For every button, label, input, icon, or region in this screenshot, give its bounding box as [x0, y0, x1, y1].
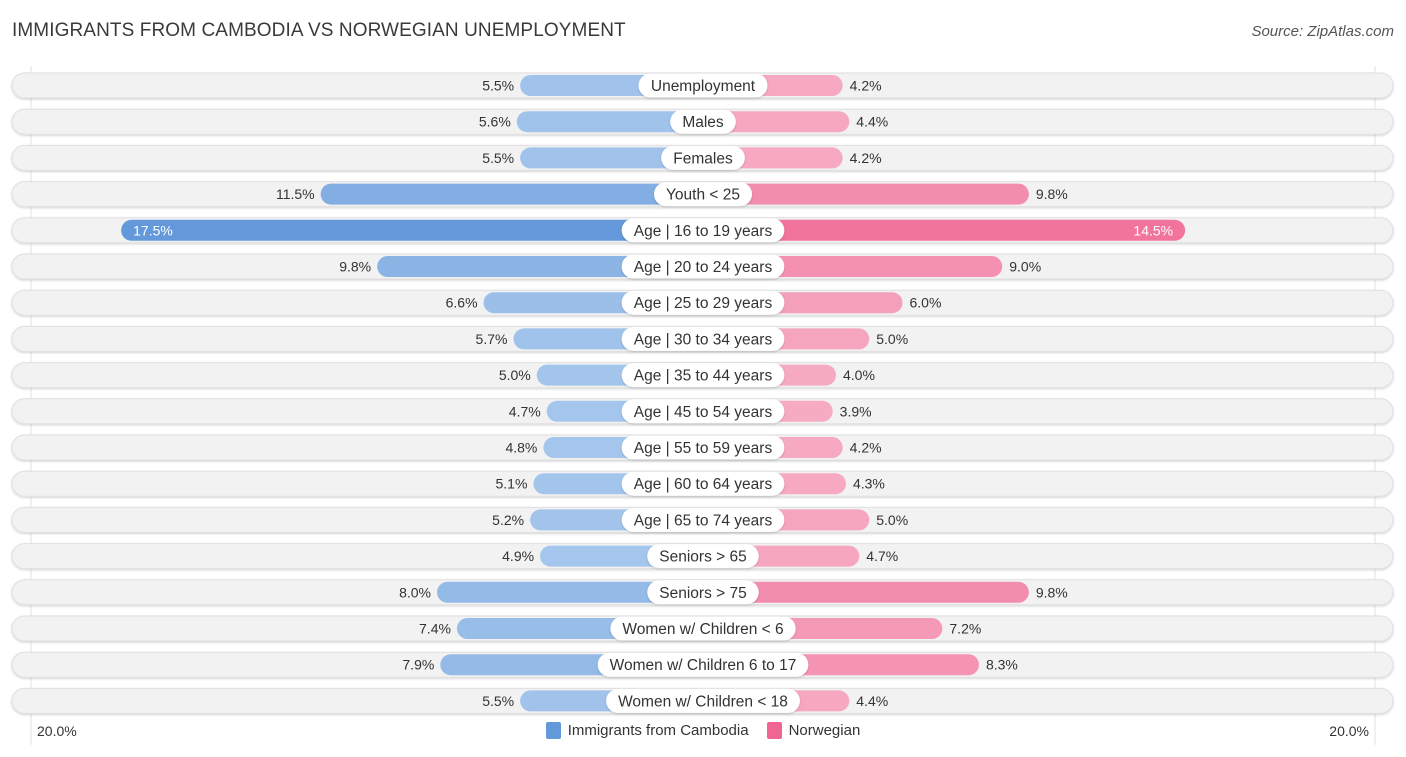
- category-label: Age | 55 to 59 years: [634, 440, 773, 457]
- value-label-norwegian: 4.7%: [866, 548, 898, 564]
- value-label-cambodia: 4.7%: [509, 403, 541, 419]
- row-14: 8.0% 9.8% Seniors > 75: [11, 579, 1394, 606]
- category-label: Age | 25 to 29 years: [634, 295, 773, 312]
- value-label-norwegian: 9.8%: [1036, 186, 1068, 202]
- value-label-norwegian: 7.2%: [949, 621, 981, 637]
- row-0: 5.5% 4.2% Unemployment: [11, 72, 1394, 99]
- value-label-cambodia: 5.5%: [482, 693, 514, 709]
- row-5: 9.8% 9.0% Age | 20 to 24 years: [11, 253, 1394, 280]
- bar-cambodia[interactable]: [320, 183, 703, 205]
- value-label-norwegian: 3.9%: [840, 403, 872, 419]
- value-label-cambodia: 11.5%: [276, 186, 315, 202]
- row-2: 5.5% 4.2% Females: [11, 144, 1394, 171]
- chart-canvas: 5.5% 4.2% Unemployment 5.6% 4.4% Males 5.5% 4.2…: [11, 66, 1394, 745]
- value-label-norwegian: 4.4%: [856, 114, 888, 130]
- value-label-norwegian: 4.4%: [856, 693, 888, 709]
- legend-item-norwegian[interactable]: Norwegian: [766, 722, 861, 739]
- category-label: Women w/ Children < 18: [618, 693, 788, 710]
- category-label: Females: [673, 150, 733, 167]
- category-label: Age | 60 to 64 years: [634, 476, 773, 493]
- category-label: Seniors > 75: [659, 585, 746, 602]
- value-label-norwegian: 4.2%: [850, 440, 882, 456]
- value-label-cambodia: 5.1%: [496, 476, 528, 492]
- category-label: Women w/ Children 6 to 17: [610, 657, 797, 674]
- value-label-norwegian: 6.0%: [910, 295, 942, 311]
- row-7: 5.7% 5.0% Age | 30 to 34 years: [11, 325, 1394, 352]
- category-label: Males: [682, 114, 724, 131]
- value-label-cambodia: 4.9%: [502, 548, 534, 564]
- value-label-cambodia: 7.4%: [419, 621, 451, 637]
- legend-swatch-norwegian: [766, 722, 782, 739]
- value-label-norwegian: 8.3%: [986, 657, 1018, 673]
- row-15: 7.4% 7.2% Women w/ Children < 6: [11, 615, 1394, 642]
- category-label: Age | 20 to 24 years: [634, 259, 773, 276]
- legend: Immigrants from Cambodia Norwegian: [0, 722, 1406, 739]
- legend-item-cambodia[interactable]: Immigrants from Cambodia: [545, 722, 749, 739]
- row-16: 7.9% 8.3% Women w/ Children 6 to 17: [11, 651, 1394, 678]
- category-label: Age | 30 to 34 years: [634, 331, 773, 348]
- row-11: 5.1% 4.3% Age | 60 to 64 years: [11, 470, 1394, 497]
- category-label: Seniors > 65: [659, 549, 746, 566]
- value-label-norwegian: 9.0%: [1009, 259, 1041, 275]
- row-3: 11.5% 9.8% Youth < 25: [11, 181, 1394, 208]
- category-label: Unemployment: [651, 78, 756, 95]
- value-label-norwegian: 4.2%: [850, 150, 882, 166]
- legend-label-cambodia: Immigrants from Cambodia: [567, 722, 749, 739]
- category-label: Age | 65 to 74 years: [634, 512, 773, 529]
- value-label-norwegian: 9.8%: [1036, 584, 1068, 600]
- row-17: 5.5% 4.4% Women w/ Children < 18: [11, 687, 1394, 714]
- value-label-norwegian: 5.0%: [876, 512, 908, 528]
- value-label-cambodia: 5.7%: [476, 331, 508, 347]
- row-6: 6.6% 6.0% Age | 25 to 29 years: [11, 289, 1394, 316]
- row-10: 4.8% 4.2% Age | 55 to 59 years: [11, 434, 1394, 461]
- row-8: 5.0% 4.0% Age | 35 to 44 years: [11, 362, 1394, 389]
- category-label: Age | 35 to 44 years: [634, 368, 773, 385]
- value-label-cambodia: 5.5%: [482, 150, 514, 166]
- value-label-cambodia: 8.0%: [399, 584, 431, 600]
- value-label-norwegian: 4.0%: [843, 367, 875, 383]
- value-label-cambodia: 5.5%: [482, 78, 514, 94]
- row-4: 17.5% 14.5% Age | 16 to 19 years: [11, 217, 1394, 244]
- row-9: 4.7% 3.9% Age | 45 to 54 years: [11, 398, 1394, 425]
- value-label-cambodia: 7.9%: [402, 657, 434, 673]
- value-label-cambodia: 4.8%: [505, 440, 537, 456]
- row-13: 4.9% 4.7% Seniors > 65: [11, 543, 1394, 570]
- value-label-norwegian: 5.0%: [876, 331, 908, 347]
- value-label-norwegian: 4.2%: [850, 78, 882, 94]
- legend-label-norwegian: Norwegian: [788, 722, 861, 739]
- value-label-cambodia: 5.6%: [479, 114, 511, 130]
- category-label: Age | 45 to 54 years: [634, 404, 773, 421]
- value-label-cambodia: 9.8%: [339, 259, 371, 275]
- value-label-cambodia: 5.0%: [499, 367, 531, 383]
- value-label-norwegian: 4.3%: [853, 476, 885, 492]
- value-label-cambodia: 17.5%: [133, 222, 173, 238]
- row-12: 5.2% 5.0% Age | 65 to 74 years: [11, 506, 1394, 533]
- category-label: Youth < 25: [666, 187, 740, 204]
- bar-cambodia[interactable]: [121, 219, 703, 241]
- category-label: Women w/ Children < 6: [622, 621, 783, 638]
- value-label-cambodia: 5.2%: [492, 512, 524, 528]
- row-1: 5.6% 4.4% Males: [11, 108, 1394, 135]
- category-label: Age | 16 to 19 years: [634, 223, 773, 240]
- legend-swatch-cambodia: [545, 722, 561, 739]
- value-label-norwegian: 14.5%: [1133, 222, 1173, 238]
- value-label-cambodia: 6.6%: [446, 295, 478, 311]
